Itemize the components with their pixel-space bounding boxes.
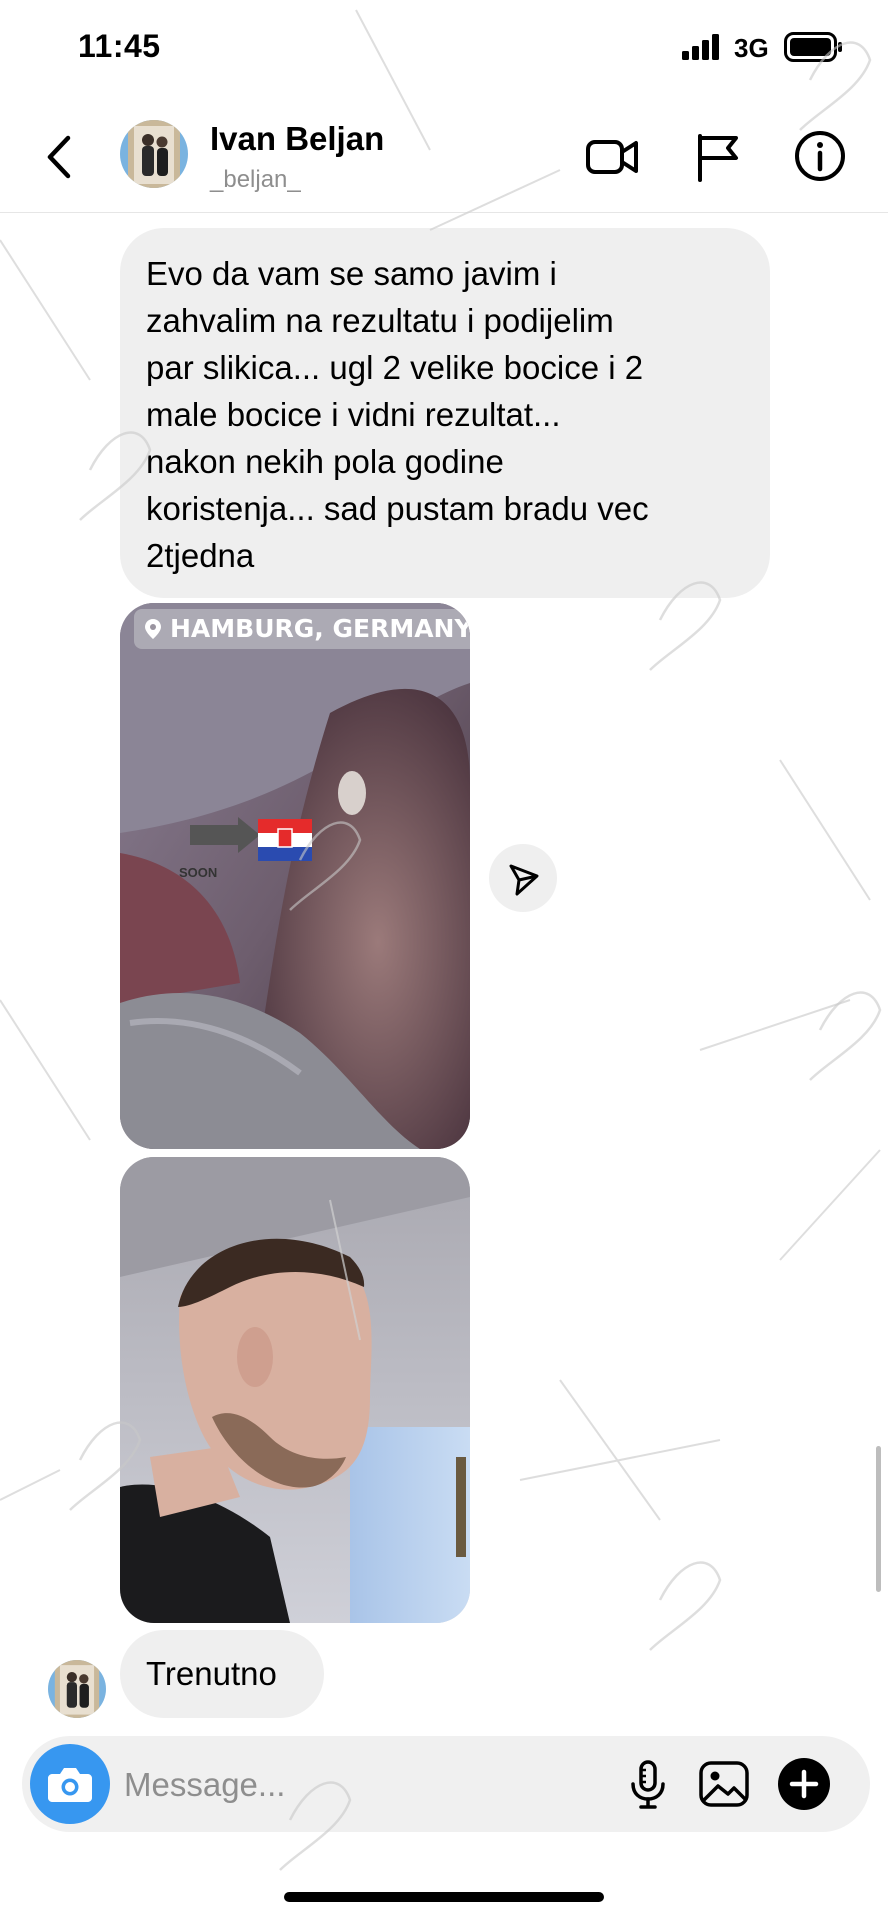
network-type: 3G [734, 33, 769, 63]
camera-button[interactable] [30, 1744, 110, 1824]
message-text: Trenutno [146, 1655, 277, 1692]
share-button[interactable] [489, 844, 557, 912]
message-line: nakon nekih pola godine [146, 443, 504, 480]
scrollbar[interactable] [876, 1446, 881, 1592]
cell-signal-icon [682, 34, 719, 60]
video-call-icon[interactable] [584, 128, 640, 184]
avatar-photo [48, 1660, 106, 1718]
received-photo[interactable] [120, 1157, 470, 1623]
back-chevron-icon[interactable] [40, 132, 80, 182]
arrow-sticker [190, 825, 238, 845]
camera-icon [48, 1768, 92, 1802]
sticker-text: SOON [179, 865, 218, 880]
message-composer [22, 1736, 870, 1832]
microphone-icon[interactable] [620, 1756, 676, 1812]
status-bar: 11:45 3G [0, 0, 888, 100]
sender-avatar[interactable] [48, 1660, 106, 1718]
battery-icon [784, 32, 842, 62]
location-label: HAMBURG, GERMANY [170, 614, 470, 643]
contact-username[interactable]: _beljan_ [210, 166, 301, 194]
share-icon [509, 864, 539, 896]
message-line: 2tjedna [146, 537, 255, 574]
photo-content [120, 1157, 470, 1623]
received-message-bubble[interactable]: Trenutno [120, 1630, 324, 1718]
received-message-bubble[interactable]: Evo da vam se samo javim i zahvalim na r… [120, 228, 770, 598]
message-line: Evo da vam se samo javim i [146, 255, 557, 292]
chat-header: Ivan Beljan _beljan_ [0, 100, 888, 213]
status-time: 11:45 [78, 28, 161, 64]
message-line: par slikica... ugl 2 velike bocice i 2 [146, 349, 644, 386]
message-line: zahvalim na rezultatu i podijelim [146, 302, 614, 339]
received-photo-story[interactable]: SOON HAMBURG, GERMANY [120, 603, 470, 1149]
avatar[interactable] [120, 120, 188, 188]
flag-icon[interactable] [690, 128, 746, 184]
plus-icon[interactable] [776, 1756, 832, 1812]
location-pin-icon [145, 619, 161, 639]
location-tag[interactable]: HAMBURG, GERMANY [134, 609, 470, 649]
avatar-photo [120, 120, 188, 188]
message-line: koristenja... sad pustam bradu vec [146, 490, 649, 527]
message-line: male bocice i vidni rezultat... [146, 396, 561, 433]
gallery-icon[interactable] [696, 1756, 752, 1812]
message-input[interactable] [122, 1754, 606, 1816]
contact-name[interactable]: Ivan Beljan [210, 120, 384, 158]
info-icon[interactable] [792, 128, 848, 184]
photo-content [120, 603, 470, 1149]
home-indicator [284, 1892, 604, 1902]
